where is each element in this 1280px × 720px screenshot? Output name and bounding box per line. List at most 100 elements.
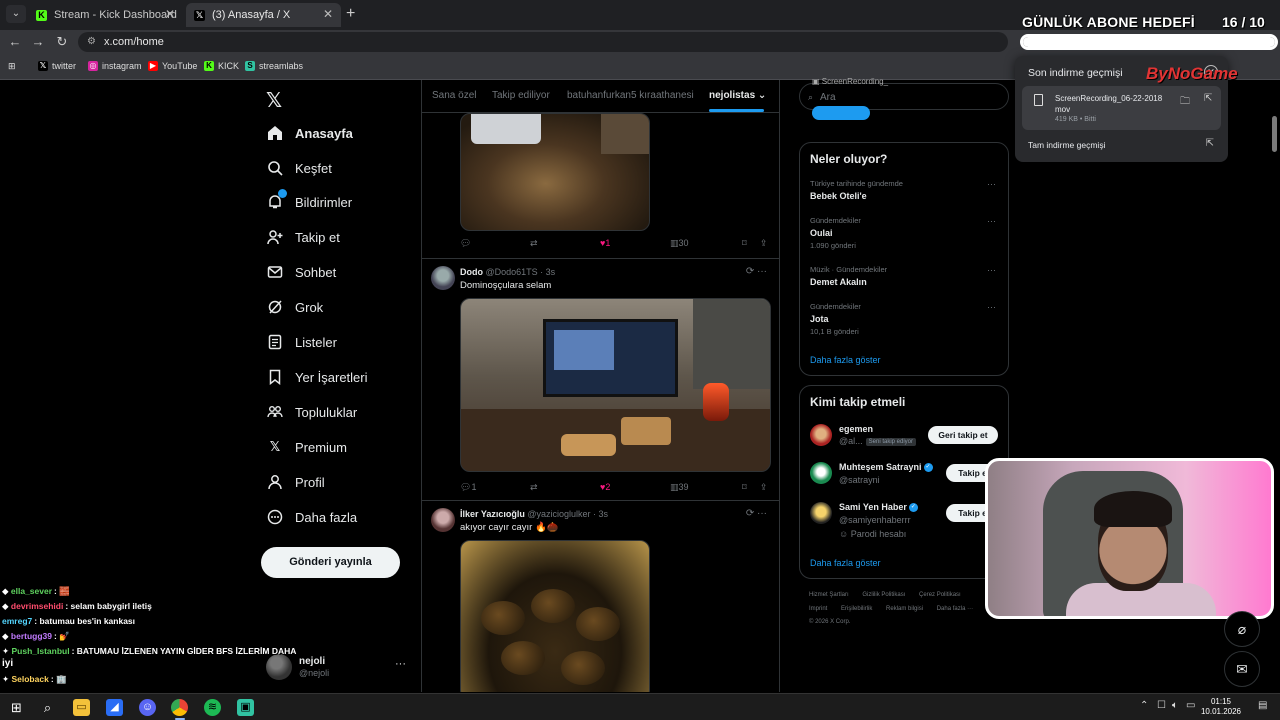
bookmark-icon[interactable]: ⌑: [742, 238, 747, 249]
close-icon[interactable]: ✕: [165, 7, 175, 21]
footer-link[interactable]: Çerez Politikası: [919, 592, 961, 598]
nav-communities[interactable]: Topluluklar: [266, 400, 357, 424]
avatar[interactable]: [810, 502, 832, 524]
file-explorer-icon[interactable]: ▭: [73, 699, 90, 716]
bookmark-instagram[interactable]: ◎ instagram: [88, 61, 142, 71]
bookmark-streamlabs[interactable]: S streamlabs: [245, 61, 303, 71]
grok-floating-icon[interactable]: ⌀: [1224, 611, 1260, 647]
tab-search-chevron-icon[interactable]: ⌄: [6, 5, 26, 23]
reply-button[interactable]: 💬︎ 1: [460, 482, 476, 493]
share-icon[interactable]: ⇪: [760, 482, 768, 493]
tweet-more-icon[interactable]: ⟳ ···: [746, 508, 767, 519]
close-icon[interactable]: ✕: [323, 7, 333, 21]
views-button[interactable]: ▥ 39: [670, 482, 689, 493]
avatar[interactable]: [431, 266, 455, 290]
tab-list-kiraathanesi[interactable]: batuhanfurkan5 kıraathanesi: [567, 90, 694, 101]
tab-list-nejolistas[interactable]: nejolistas ⌄: [709, 90, 766, 101]
nav-profile[interactable]: Profil: [266, 470, 325, 494]
reply-icon[interactable]: 💬︎: [460, 238, 471, 249]
follow-back-button[interactable]: Geri takip et: [928, 426, 998, 444]
download-item[interactable]: ScreenRecording_06-22-2018 mov 419 KB • …: [1022, 86, 1221, 130]
spotify-icon[interactable]: ≋: [204, 699, 221, 716]
like-button[interactable]: ♥ 2: [600, 482, 610, 492]
avatar[interactable]: [431, 508, 455, 532]
more-dots-icon[interactable]: ···: [395, 658, 406, 670]
bookmark-twitter[interactable]: 𝕏 twitter: [38, 61, 76, 71]
site-info-icon[interactable]: ⚙: [87, 32, 96, 52]
folder-icon[interactable]: 🗀: [1180, 94, 1190, 111]
volume-icon[interactable]: 🔈︎: [1172, 700, 1178, 711]
windows-start-icon[interactable]: ⊞: [8, 699, 25, 716]
tweet-media-image[interactable]: [460, 113, 650, 231]
footer-link[interactable]: Daha fazla ···: [937, 606, 973, 612]
views-button[interactable]: ▥ 30: [670, 238, 689, 249]
clock[interactable]: 01:15 10.01.2026: [1198, 697, 1244, 717]
bookmark-icon[interactable]: ⌑: [742, 482, 747, 493]
footer-link[interactable]: Hizmet Şartları: [809, 592, 849, 598]
more-dots-icon[interactable]: ···: [987, 216, 996, 226]
retweet-icon[interactable]: ⇄: [530, 238, 538, 249]
footer-link[interactable]: Erişilebilirlik: [841, 606, 872, 612]
footer-link[interactable]: Reklam bilgisi: [886, 606, 923, 612]
tweet-author[interactable]: İlker Yazıcıoğlu @yazicioglulker · 3s: [460, 509, 608, 519]
subscribe-button[interactable]: [812, 106, 870, 120]
nav-notifications[interactable]: Bildirimler: [266, 189, 352, 214]
address-bar[interactable]: ⚙ x.com/home: [78, 32, 1008, 52]
nav-lists[interactable]: Listeler: [266, 330, 337, 354]
trend-name[interactable]: Bebek Oteli'e: [810, 191, 867, 201]
search-icon[interactable]: ⌕: [39, 699, 56, 716]
network-icon[interactable]: ☐: [1157, 700, 1166, 711]
account-switcher[interactable]: nejoli @nejoli ···: [266, 654, 411, 682]
apps-grid-icon[interactable]: ⊞: [8, 61, 16, 72]
share-icon[interactable]: ⇪: [760, 238, 768, 249]
post-button[interactable]: Gönderi yayınla: [261, 547, 400, 578]
tweet-media-image[interactable]: [460, 298, 771, 472]
suggestion-name[interactable]: Muhteşem Satrayni ✓: [839, 462, 933, 473]
tweet-more-icon[interactable]: ⟳ ···: [746, 266, 767, 277]
reload-icon[interactable]: ↻: [53, 33, 71, 51]
tweet-author[interactable]: Dodo @Dodo61TS · 3s: [460, 267, 555, 277]
nav-more[interactable]: Daha fazla: [266, 505, 357, 529]
new-tab-plus-icon[interactable]: +: [346, 5, 355, 23]
more-dots-icon[interactable]: ···: [987, 265, 996, 275]
trend-name[interactable]: Jota: [810, 314, 829, 324]
page-scrollbar[interactable]: [1272, 116, 1277, 152]
tweet-media-image[interactable]: [460, 540, 650, 692]
like-button[interactable]: ♥ 1: [600, 238, 610, 248]
open-external-icon[interactable]: ⇱: [1206, 138, 1214, 149]
open-external-icon[interactable]: ⇱: [1204, 93, 1212, 104]
show-more-link[interactable]: Daha fazla göster: [810, 355, 881, 365]
footer-link[interactable]: Gizlilik Politikası: [862, 592, 905, 598]
trend-name[interactable]: Demet Akalın: [810, 277, 867, 287]
suggestion-name[interactable]: egemen: [839, 424, 873, 434]
avatar[interactable]: [810, 462, 832, 484]
footer-link[interactable]: Imprint: [809, 606, 827, 612]
discord-icon[interactable]: ☺: [139, 699, 156, 716]
nav-bookmarks[interactable]: Yer İşaretleri: [266, 365, 368, 389]
messages-floating-icon[interactable]: ✉: [1224, 651, 1260, 687]
suggestion-name[interactable]: Sami Yen Haber ✓: [839, 502, 918, 513]
streamlabs-icon[interactable]: ▣: [237, 699, 254, 716]
nav-home[interactable]: Anasayfa: [266, 121, 353, 145]
tab-x-home[interactable]: 𝕏 (3) Anasayfa / X ✕: [186, 3, 341, 27]
tab-for-you[interactable]: Sana özel: [432, 90, 476, 101]
avatar[interactable]: [810, 424, 832, 446]
bookmark-youtube[interactable]: ▶ YouTube: [148, 61, 197, 71]
more-dots-icon[interactable]: ···: [987, 179, 996, 189]
tab-following[interactable]: Takip ediliyor: [492, 90, 550, 101]
nav-explore[interactable]: Keşfet: [266, 156, 332, 180]
battery-icon[interactable]: ▭: [1186, 700, 1195, 711]
retweet-icon[interactable]: ⇄: [530, 482, 538, 493]
trend-name[interactable]: Oulai: [810, 228, 833, 238]
bookmark-kick[interactable]: K KICK: [204, 61, 239, 71]
show-more-link[interactable]: Daha fazla göster: [810, 558, 881, 568]
notifications-icon[interactable]: ▤: [1258, 700, 1267, 711]
tab-kick-dashboard[interactable]: K Stream - Kick Dashboard ✕: [28, 3, 183, 27]
forward-arrow-icon[interactable]: →: [29, 33, 47, 51]
chrome-icon[interactable]: [171, 699, 188, 716]
back-arrow-icon[interactable]: ←: [6, 33, 24, 51]
more-dots-icon[interactable]: ···: [987, 302, 996, 312]
x-logo-icon[interactable]: 𝕏: [266, 88, 282, 113]
app-icon[interactable]: ◢: [106, 699, 123, 716]
nav-messages[interactable]: Sohbet: [266, 260, 336, 284]
